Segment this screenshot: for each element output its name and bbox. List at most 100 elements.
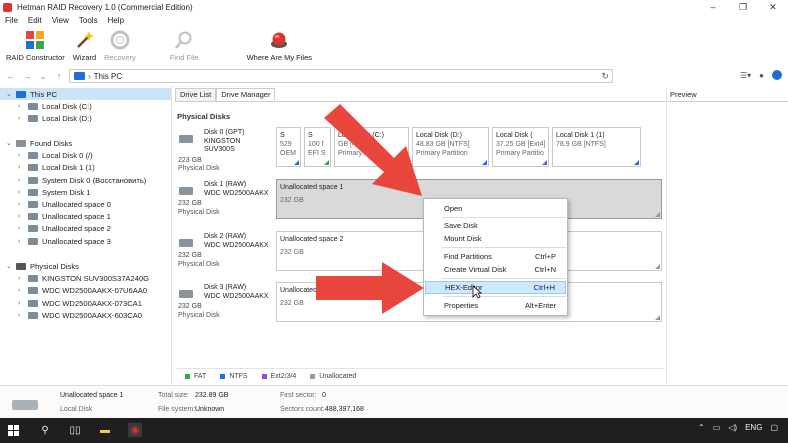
unallocated-swatch-icon [310,374,316,379]
disk-row[interactable]: Disk 2 (RAW) WDC WD2500AAKX 232 GB Physi… [175,231,665,277]
disk-name: Disk 2 (RAW) [204,233,247,240]
menu-item-create-virtual-disk[interactable]: Create Virtual Disk Ctrl+N [425,263,566,276]
tree-item-this-pc[interactable]: ⌄ This PC [0,88,171,100]
preview-panel: Preview [666,88,788,384]
back-arrow-icon[interactable]: ← [6,71,16,81]
menu-item-mount-disk[interactable]: Mount Disk [425,232,566,245]
tree-item-physical[interactable]: › WDC WD2500AAKX-07U6AA0 [18,284,147,296]
tree-item-physical-disks[interactable]: ⌄ Physical Disks [6,260,79,272]
task-view-icon[interactable]: ▯▯ [68,423,82,437]
chevron-right-icon[interactable]: › [18,238,26,245]
search-icon[interactable]: ⚲ [38,423,52,437]
menu-edit[interactable]: Edit [23,16,47,25]
tree-item-found[interactable]: › Unallocated space 2 [18,222,111,234]
disk-row[interactable]: Disk 1 (RAW) WDC WD2500AAKX 232 GB Physi… [175,179,665,225]
view-options-icon[interactable]: ☰▾ [740,71,751,80]
menu-file[interactable]: File [0,16,23,25]
tree-item-physical[interactable]: › WDC WD2500AAKX-073CA1 [18,297,142,309]
drive-icon [28,188,38,196]
partition-tile[interactable]: Local Disk (C:) GB [NTFS] Primary Partit… [334,127,409,167]
file-explorer-icon[interactable]: ▬ [98,423,112,437]
settings-icon[interactable]: ● [759,71,764,80]
sectors-count-label: Sectors count: [280,406,325,413]
maximize-button[interactable]: ❒ [728,0,758,14]
chevron-right-icon[interactable]: › [18,287,26,294]
partition-tile[interactable]: S 100 f EFI S [304,127,331,167]
disk-row[interactable]: Disk 3 (RAW) WDC WD2500AAKX 232 GB Physi… [175,282,665,328]
tree-label: This PC [30,89,58,99]
tree-item-local-d[interactable]: › Local Disk (D:) [18,112,92,124]
raid-constructor-button[interactable]: RAID Constructor [6,27,65,62]
partition-size: 48.83 GB [NTFS] [416,141,470,148]
dropdown-chevron-icon[interactable]: ⌄ [38,71,48,82]
partition-tile[interactable]: Local Disk 1 (1) 78.9 GB [NTFS] [552,127,641,167]
menu-help[interactable]: Help [103,16,129,25]
disk-name: Disk 3 (RAW) [204,284,247,291]
wizard-button[interactable]: Wizard [73,27,96,62]
path-input[interactable]: › This PC ↻ [69,69,613,83]
chevron-down-icon[interactable]: ⌄ [6,139,14,147]
menu-item-save-disk[interactable]: Save Disk [425,219,566,232]
chevron-right-icon[interactable]: › [18,164,26,171]
chevron-right-icon[interactable]: › [18,152,26,159]
chevron-down-icon[interactable]: ⌄ [6,90,14,98]
recovery-button[interactable]: Recovery [104,27,136,62]
computer-icon [74,72,85,80]
tree-item-found[interactable]: › Unallocated space 0 [18,198,111,210]
tree-item-found[interactable]: › Unallocated space 3 [18,235,111,247]
menu-view[interactable]: View [47,16,74,25]
tab-drive-list[interactable]: Drive List [175,88,217,101]
tree-item-found[interactable]: › System Disk 1 [18,186,91,198]
tree-item-found[interactable]: › System Disk 0 (Восстановить) [18,174,146,186]
chevron-right-icon[interactable]: › [18,189,26,196]
partition-tile[interactable]: Local Disk ( 37.25 GB [Ext4] Primary Par… [492,127,549,167]
windows-start-icon[interactable] [8,425,19,436]
menu-tools[interactable]: Tools [74,16,103,25]
where-are-my-files-button[interactable]: Where Are My Files [247,27,312,62]
minimize-button[interactable]: – [698,0,728,14]
chevron-up-icon[interactable]: ⌃ [698,423,705,432]
disk-info: Disk 0 (GPT) KINGSTON SUV300S 223 GB Phy… [178,129,273,174]
tree-item-found[interactable]: › Local Disk 1 (1) [18,161,95,173]
raid-recovery-taskbar-icon[interactable]: ◉ [128,423,142,437]
speaker-icon[interactable]: ◁) [728,423,737,432]
tree-item-found-disks[interactable]: ⌄ Found Disks [6,137,72,149]
tree-item-physical[interactable]: › WDC WD2500AAKX-603CA0 [18,309,142,321]
help-icon[interactable]: ? [772,70,782,80]
tree-label: Unallocated space 0 [42,199,111,209]
chevron-right-icon[interactable]: › [18,103,26,110]
disk-row[interactable]: Disk 0 (GPT) KINGSTON SUV300S 223 GB Phy… [175,127,665,173]
notifications-icon[interactable]: ▢ [770,423,778,432]
chevron-right-icon[interactable]: › [18,115,26,122]
tree-item-found[interactable]: › Unallocated space 1 [18,210,111,222]
menu-item-open[interactable]: Open [425,202,566,215]
up-arrow-icon[interactable]: ↑ [54,71,64,81]
chevron-right-icon[interactable]: › [18,201,26,208]
forward-arrow-icon[interactable]: → [22,71,32,81]
menu-item-hex-editor[interactable]: HEX-Editor Ctrl+H [425,281,566,294]
network-icon[interactable]: ▭ [713,423,721,432]
chevron-right-icon[interactable]: › [18,300,26,307]
tab-drive-manager[interactable]: Drive Manager [216,88,276,101]
tree-item-local-c[interactable]: › Local Disk (C:) [18,100,92,112]
partition-tile[interactable]: Local Disk (D:) 48.83 GB [NTFS] Primary … [412,127,489,167]
tree-item-physical[interactable]: › KINGSTON SUV300S37A240G [18,272,149,284]
close-button[interactable]: ✕ [758,0,788,14]
partition-name: Unallocated space 1 [280,184,344,191]
chevron-down-icon[interactable]: ⌄ [6,262,14,270]
chevron-right-icon[interactable]: › [18,213,26,220]
filesystem-legend: FAT NTFS Ext2/3/4 Unallocated [175,368,665,384]
partition-tile[interactable]: S 529 OEM [276,127,301,167]
fs-ntfs-marker [294,160,299,165]
refresh-icon[interactable]: ↻ [601,71,609,82]
language-indicator[interactable]: ENG [745,423,762,432]
chevron-right-icon[interactable]: › [18,275,26,282]
menu-item-properties[interactable]: Properties Alt+Enter [425,299,566,312]
tree-item-found[interactable]: › Local Disk 0 (/) [18,149,93,161]
disk-size: 223 GB [178,156,202,164]
find-file-button[interactable]: Find File [170,27,199,62]
chevron-right-icon[interactable]: › [18,225,26,232]
chevron-right-icon[interactable]: › [18,177,26,184]
menu-item-find-partitions[interactable]: Find Partitions Ctrl+P [425,250,566,263]
chevron-right-icon[interactable]: › [18,312,26,319]
